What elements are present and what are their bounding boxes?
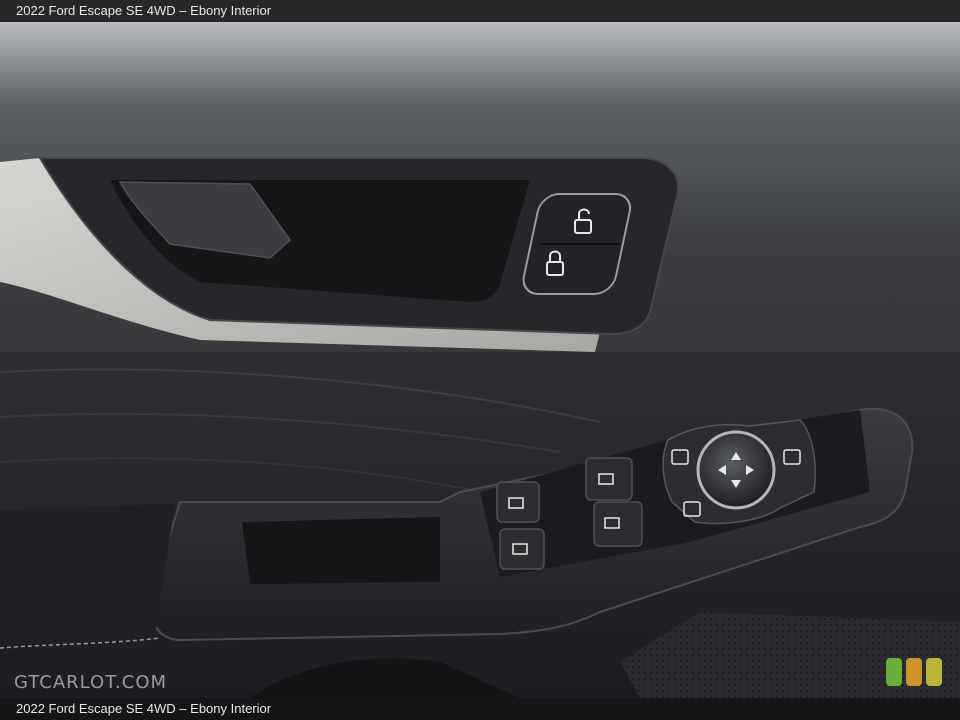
door-panel-photo <box>0 22 960 698</box>
door-panel-illustration <box>0 22 960 698</box>
window-switch-front-right[interactable] <box>585 457 633 501</box>
mirror-adjust-knob[interactable] <box>696 430 776 510</box>
window-switch-rear-right[interactable] <box>593 501 643 547</box>
badge-yellow <box>926 658 942 686</box>
caption-bottom: 2022 Ford Escape SE 4WD – Ebony Interior <box>0 698 960 720</box>
armrest-pocket <box>242 517 440 584</box>
badge-orange <box>906 658 922 686</box>
lower-door-bin <box>0 504 175 640</box>
caption-bottom-text: 2022 Ford Escape SE 4WD – Ebony Interior <box>16 701 272 716</box>
caption-top: 2022 Ford Escape SE 4WD – Ebony Interior <box>0 0 960 22</box>
badge-green <box>886 658 902 686</box>
watermark-text: GTCARLOT.COM <box>14 672 168 693</box>
window-switch-rear-left[interactable] <box>499 528 545 570</box>
watermark: GTCARLOT.COM <box>14 672 167 693</box>
window-switch-front-left[interactable] <box>496 481 540 523</box>
caption-top-text: 2022 Ford Escape SE 4WD – Ebony Interior <box>16 3 272 18</box>
